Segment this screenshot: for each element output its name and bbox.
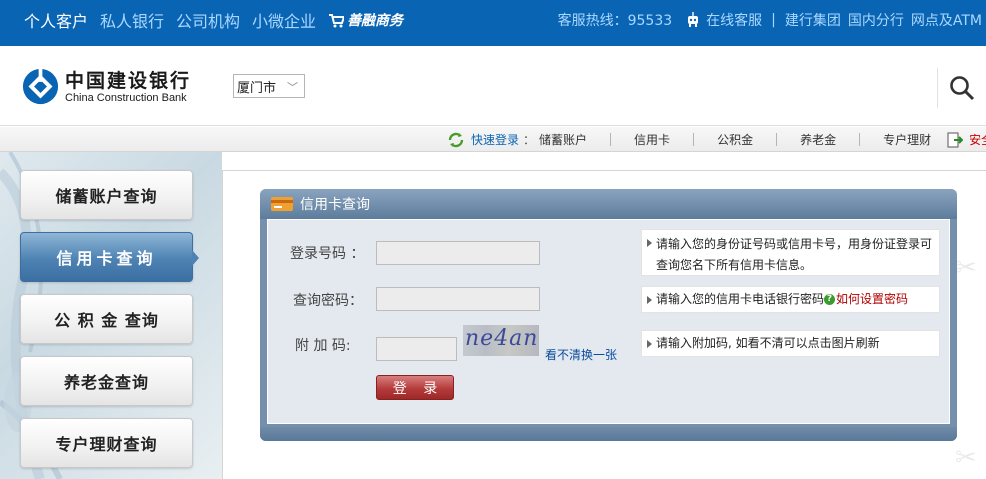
cart-icon [329,13,345,27]
refresh-captcha-link[interactable]: 看不清换一张 [545,346,617,363]
top-nav-bar: 个人客户 私人银行 公司机构 小微企业 善融商务 客服热线：95533 在线客服… [0,0,986,46]
city-value: 厦门市 [237,80,277,96]
bank-logo[interactable]: 中国建设银行 China Construction Bank [22,68,191,105]
colon-separator: ： [523,133,536,147]
credit-card-icon [271,197,293,211]
password-hint-text: 请输入您的信用卡电话银行密码 [656,292,825,306]
logo-bar: 中国建设银行 China Construction Bank 厦门市 ﹀ [0,46,986,126]
search-button[interactable] [937,68,986,108]
hotline-text: 客服热线：95533 [557,13,673,29]
city-select[interactable]: 厦门市 ﹀ [233,74,305,98]
menu-item-credit-card[interactable]: 信用卡 [634,131,670,148]
captcha-input[interactable] [376,337,457,361]
login-number-label: 登录号码 ： [290,246,365,262]
login-number-input[interactable] [376,241,540,265]
customer-type-nav: 个人客户 私人银行 公司机构 小微企业 善融商务 [0,0,403,40]
nav-private-banking[interactable]: 私人银行 [100,8,164,32]
top-right-links: 客服热线：95533 在线客服 | 建行集团 国内分行 网点及ATM [551,0,982,40]
panel-header: 信用卡查询 [260,189,957,219]
panel-footer [260,427,957,441]
domestic-branch-link[interactable]: 国内分行 [848,10,904,30]
sidebar-item-credit-card-query[interactable]: 信用卡查询 [20,232,199,282]
shop-link[interactable]: 善融商务 [328,10,403,30]
menu-item-savings[interactable]: 储蓄账户 [539,131,587,148]
divider [776,133,778,146]
sidebar-item-savings-query[interactable]: 储蓄账户查询 [20,170,193,220]
captcha-label: 附 加 码: [295,338,351,354]
nav-corporate[interactable]: 公司机构 [176,8,240,32]
search-icon [950,76,975,101]
help-icon: ? [824,294,836,305]
login-hint: 请输入您的身份证号码或信用卡号，用身份证登录可查询您名下所有信用卡信息。 [641,229,940,276]
panel-title: 信用卡查询 [300,197,370,213]
menu-item-wealth[interactable]: 专户理财 [883,131,931,148]
bank-name-en: China Construction Bank [65,91,187,104]
menu-item-pension[interactable]: 养老金 [800,131,836,148]
bank-name-cn: 中国建设银行 [65,69,192,92]
sidebar-item-wealth-query[interactable]: 专户理财查询 [20,418,193,468]
sidebar-item-housing-fund-query[interactable]: 公 积 金 查询 [20,294,193,344]
divider [693,133,695,146]
chevron-down-icon: ﹀ [287,81,298,94]
login-hint-text: 请输入您的身份证号码或信用卡号，用身份证登录可查询您名下所有信用卡信息。 [656,237,933,272]
sidebar-item-pension-query[interactable]: 养老金查询 [20,356,193,406]
watermark-icon: ✂ ✂ [955,253,977,473]
captcha-image[interactable]: ne4an [463,325,539,356]
login-button[interactable]: 登 录 [376,375,454,400]
ccb-logo-icon [22,68,59,105]
divider [859,133,861,146]
query-password-label: 查询密码： [293,293,363,309]
group-link[interactable]: 建行集团 [785,10,841,30]
svg-text:✂: ✂ [955,443,977,473]
captcha-text: ne4an [465,326,539,351]
nav-personal-customer[interactable]: 个人客户 [24,8,88,32]
password-hint: 请输入您的信用卡电话银行密码? 如何设置密码 [641,286,940,313]
divider: | [771,12,776,28]
how-to-set-password-link[interactable]: 如何设置密码 [836,292,908,306]
captcha-hint-text: 请输入附加码, 如看不清可以点击图片刷新 [656,336,880,350]
captcha-hint: 请输入附加码, 如看不清可以点击图片刷新 [641,330,940,357]
refresh-icon [448,132,464,147]
quick-login-link[interactable]: 快速登录 [471,131,519,148]
shop-label: 善融商务 [347,13,404,29]
exit-icon [947,132,964,147]
online-service-link[interactable]: 在线客服 [706,10,762,30]
menu-item-housing-fund[interactable]: 公积金 [717,131,753,148]
credit-card-query-panel: 信用卡查询 [260,189,957,441]
nav-small-business[interactable]: 小微企业 [252,8,316,32]
atm-link[interactable]: 网点及ATM [911,10,982,30]
query-password-input[interactable] [376,287,540,311]
query-menu-bar: 快速登录 ： 储蓄账户 信用卡 公积金 养老金 专户理财 安全关闭 [0,127,986,152]
safe-exit-link[interactable]: 安全关闭 [969,131,986,148]
svg-text:✂: ✂ [955,253,977,283]
robot-icon [688,12,699,27]
divider [610,133,612,146]
